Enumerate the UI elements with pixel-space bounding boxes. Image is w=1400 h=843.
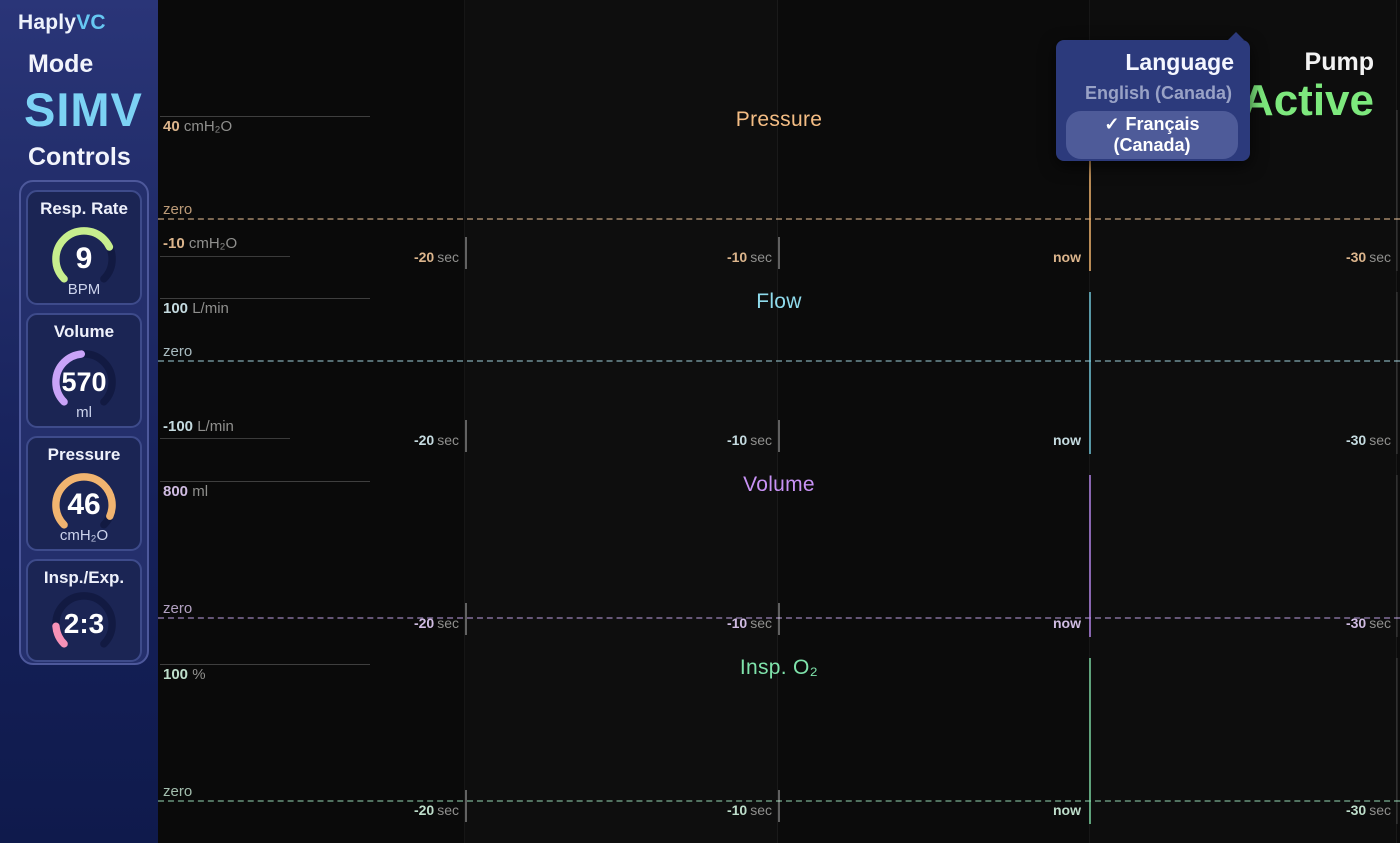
chart-title: Insp. O₂: [158, 656, 1400, 680]
control-value: 2:3: [47, 587, 121, 661]
y-max-label: 40 cmH₂O: [163, 118, 232, 135]
y-max-label: 100 %: [163, 666, 206, 683]
y-max-label: 100 L/min: [163, 300, 229, 317]
x-tick-line: [778, 237, 780, 269]
chart-row-insp-o2: Insp. O₂ 100 % zero -20sec -10sec now -3…: [158, 644, 1400, 824]
x-tick: now: [986, 802, 1090, 818]
x-tick: -20sec: [361, 249, 465, 265]
logo-text-accent: VC: [76, 11, 106, 34]
controls-panel: Resp. Rate 9 BPM Volume 57: [19, 180, 149, 665]
sweep-edge-line: [1396, 110, 1398, 271]
sweep-edge-line: [1396, 658, 1398, 824]
x-tick: -10sec: [674, 615, 778, 631]
y-max-label: 800 ml: [163, 483, 208, 500]
control-resp-rate[interactable]: Resp. Rate 9 BPM: [26, 190, 142, 305]
y-min-line: [160, 256, 290, 257]
zero-label: zero: [163, 201, 192, 218]
sweep-edge-line: [1396, 292, 1398, 454]
x-tick: now: [986, 432, 1090, 448]
control-pressure[interactable]: Pressure 46 cmH₂O: [26, 436, 142, 551]
zero-label: zero: [163, 600, 192, 617]
control-title: Pressure: [28, 445, 140, 465]
pump-status-value: Active: [1242, 79, 1374, 123]
x-tick-line: [778, 603, 780, 635]
zero-line: zero: [158, 360, 1400, 362]
y-max-line: [160, 481, 370, 482]
mode-value[interactable]: SIMV: [24, 82, 143, 137]
chart-row-flow: Flow 100 L/min zero -100 L/min -20sec -1…: [158, 278, 1400, 454]
chart-title: Flow: [158, 290, 1400, 314]
sweep-edge-line: [1396, 475, 1398, 637]
chart-row-volume: Volume 800 ml zero -20sec -10sec now -30…: [158, 461, 1400, 637]
x-tick: -10sec: [674, 432, 778, 448]
now-cursor-line: [1089, 475, 1091, 637]
insp-exp-gauge: 2:3: [47, 587, 121, 661]
chart-title: Volume: [158, 473, 1400, 497]
trends-chart-area: Pressure 40 cmH₂O zero -10 cmH₂O -20sec …: [158, 96, 1400, 843]
control-title: Resp. Rate: [28, 199, 140, 219]
y-max-line: [160, 116, 370, 117]
zero-label: zero: [163, 783, 192, 800]
control-volume[interactable]: Volume 570 ml: [26, 313, 142, 428]
x-tick-line: [465, 420, 467, 452]
x-tick: -30sec: [1293, 249, 1397, 265]
x-tick-line: [465, 790, 467, 822]
y-min-label: -100 L/min: [163, 418, 234, 435]
language-menu-title: Language: [1066, 49, 1238, 76]
x-tick-line: [778, 420, 780, 452]
control-insp-exp[interactable]: Insp./Exp. 2:3: [26, 559, 142, 662]
control-unit: ml: [28, 404, 140, 421]
x-tick-line: [465, 237, 467, 269]
y-max-line: [160, 664, 370, 665]
language-menu: Language English (Canada) ✓Français (Can…: [1056, 40, 1250, 161]
x-tick-line: [465, 603, 467, 635]
x-tick: now: [986, 615, 1090, 631]
language-option-french[interactable]: ✓Français (Canada): [1066, 111, 1238, 159]
control-title: Volume: [28, 322, 140, 342]
x-tick: -20sec: [361, 615, 465, 631]
controls-label: Controls: [28, 143, 131, 172]
control-unit: cmH₂O: [28, 527, 140, 544]
x-tick: -30sec: [1293, 432, 1397, 448]
app-logo: HaplyVC: [18, 11, 106, 35]
y-max-line: [160, 298, 370, 299]
now-cursor-line: [1089, 658, 1091, 824]
zero-line: zero: [158, 218, 1400, 220]
pump-status: Pump Active: [1242, 48, 1374, 123]
checkmark-icon: ✓: [1104, 114, 1119, 134]
control-unit: BPM: [28, 281, 140, 298]
x-tick: -30sec: [1293, 615, 1397, 631]
x-tick: -10sec: [674, 802, 778, 818]
y-min-line: [160, 438, 290, 439]
x-tick: -20sec: [361, 802, 465, 818]
ventilator-app: HaplyVC Mode SIMV Controls Resp. Rate 9 …: [0, 0, 1400, 843]
x-tick: -20sec: [361, 432, 465, 448]
zero-label: zero: [163, 343, 192, 360]
y-min-label: -10 cmH₂O: [163, 235, 237, 252]
x-tick: now: [986, 249, 1090, 265]
x-tick: -10sec: [674, 249, 778, 265]
x-tick-line: [778, 790, 780, 822]
language-option-english[interactable]: English (Canada): [1066, 79, 1238, 108]
x-tick: -30sec: [1293, 802, 1397, 818]
pump-label: Pump: [1242, 48, 1374, 77]
logo-text-primary: Haply: [18, 11, 76, 34]
control-title: Insp./Exp.: [28, 568, 140, 588]
sidebar: HaplyVC Mode SIMV Controls Resp. Rate 9 …: [0, 0, 158, 843]
mode-label: Mode: [28, 50, 93, 79]
now-cursor-line: [1089, 292, 1091, 454]
